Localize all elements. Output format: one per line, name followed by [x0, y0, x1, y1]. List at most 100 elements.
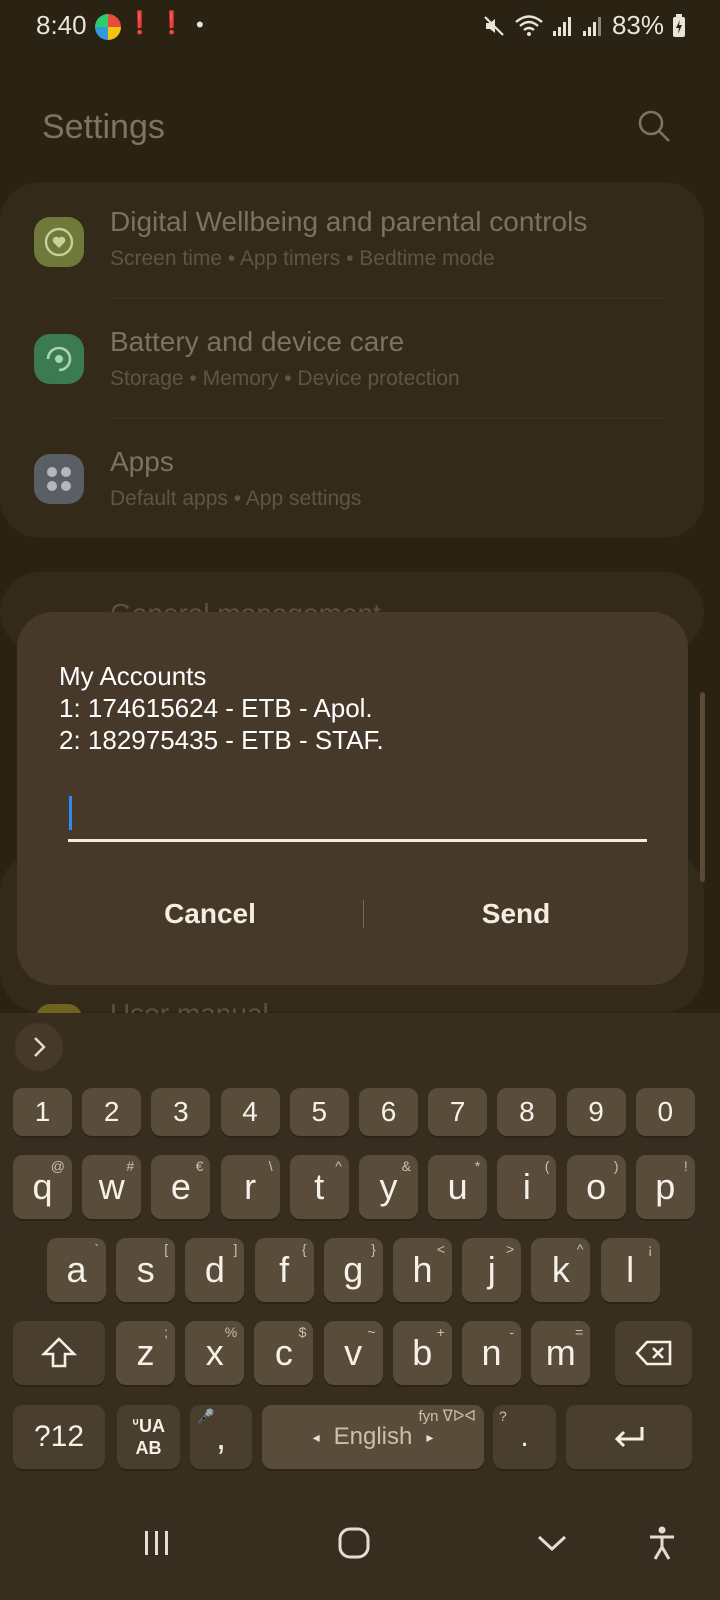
key-secondary-label: $: [298, 1324, 307, 1340]
key-d[interactable]: d]: [185, 1238, 245, 1302]
key-x[interactable]: x%: [185, 1321, 245, 1385]
key-p[interactable]: p!: [635, 1155, 695, 1219]
key-label: 6: [380, 1096, 397, 1127]
key-secondary-label: -: [509, 1324, 514, 1340]
setting-title: Battery and device care: [110, 326, 405, 357]
arrow-left-icon: ◂: [312, 1428, 320, 1445]
key-label: t: [314, 1166, 325, 1207]
key-label: a: [66, 1249, 87, 1290]
accessibility-button[interactable]: [630, 1511, 694, 1575]
key-secondary-label: >: [506, 1241, 515, 1257]
key-secondary-label: %: [224, 1324, 238, 1340]
key-4[interactable]: 4: [220, 1088, 280, 1136]
key-f[interactable]: f{: [254, 1238, 314, 1302]
key-o[interactable]: o): [566, 1155, 626, 1219]
key-m[interactable]: m =: [531, 1321, 591, 1385]
comma-key[interactable]: 🎤 ,: [190, 1405, 252, 1469]
recent-apps-button[interactable]: [125, 1511, 189, 1575]
key-h[interactable]: h <: [393, 1238, 452, 1302]
settings-item-battery[interactable]: Battery and device care Storage • Memory…: [0, 302, 704, 422]
key-z[interactable]: z;: [116, 1321, 175, 1385]
key-g[interactable]: g}: [323, 1238, 383, 1302]
key-7[interactable]: 7: [428, 1088, 488, 1136]
key-secondary-label: =: [575, 1324, 584, 1340]
key-label: 2: [103, 1096, 120, 1127]
key-0[interactable]: 0: [635, 1088, 695, 1136]
key-secondary-label: [: [164, 1241, 169, 1257]
lang-switch-top: ᐡUA: [131, 1416, 166, 1436]
key-i[interactable]: i(: [497, 1155, 557, 1219]
scrollbar[interactable]: [700, 692, 705, 882]
battery-charging-icon: [673, 13, 685, 37]
setting-title: Digital Wellbeing and parental controls: [110, 206, 588, 237]
key-t[interactable]: t ^: [289, 1155, 349, 1219]
key-8[interactable]: 8: [497, 1088, 557, 1136]
search-icon[interactable]: [636, 108, 672, 144]
ussd-dialog: My Accounts 1: 174615624 - ETB - Apol. 2…: [17, 612, 688, 985]
key-e[interactable]: e €: [151, 1155, 211, 1219]
keyboard: 1 2 3 4 5 6 7 8 9 0 q @ w # e € r \ t ^ y & u * i(o) p! a ` s[d] f{g}…: [0, 1013, 720, 1493]
dialog-message: My Accounts 1: 174615624 - ETB - Apol. 2…: [59, 660, 384, 756]
language-switch-key[interactable]: ᐡUA AB: [117, 1405, 180, 1469]
lang-switch-bottom: AB: [135, 1438, 162, 1458]
recent-apps-icon: [145, 1531, 168, 1555]
key-k[interactable]: k ^: [531, 1238, 591, 1302]
home-button[interactable]: [322, 1511, 386, 1575]
cancel-button[interactable]: Cancel: [57, 882, 363, 946]
key-label: i: [522, 1166, 531, 1207]
key-secondary-label: €: [195, 1158, 204, 1174]
key-1[interactable]: 1: [13, 1088, 72, 1136]
key-3[interactable]: 3: [151, 1088, 211, 1136]
key-secondary-label: @: [50, 1158, 65, 1174]
key-label: u: [447, 1166, 468, 1207]
home-icon: [338, 1527, 370, 1559]
enter-key[interactable]: [566, 1405, 692, 1469]
refresh-icon: [34, 334, 84, 384]
key-secondary-label: *: [474, 1158, 481, 1174]
settings-item-digital-wellbeing[interactable]: Digital Wellbeing and parental controls …: [0, 182, 704, 302]
reply-input[interactable]: [68, 792, 647, 842]
send-button[interactable]: Send: [363, 882, 669, 946]
key-label: b: [412, 1332, 433, 1373]
accessibility-icon: [650, 1526, 674, 1560]
key-c[interactable]: c $: [254, 1321, 314, 1385]
navigation-bar: [0, 1493, 720, 1600]
notification-icon: ❗: [158, 10, 186, 35]
key-s[interactable]: s[: [116, 1238, 176, 1302]
key-u[interactable]: u *: [428, 1155, 488, 1219]
space-key[interactable]: ◂ English ▸ fyn ᐁᐅᐊ: [262, 1405, 484, 1469]
hide-keyboard-button[interactable]: [520, 1511, 584, 1575]
key-q[interactable]: q @: [13, 1155, 72, 1219]
key-w[interactable]: w #: [82, 1155, 142, 1219]
key-r[interactable]: r \: [220, 1155, 280, 1219]
key-secondary-label: !: [683, 1158, 688, 1174]
key-a[interactable]: a `: [47, 1238, 106, 1302]
key-n[interactable]: n-: [462, 1321, 521, 1385]
text-caret: [69, 796, 72, 830]
keyboard-toolbar-expand-button[interactable]: [15, 1023, 63, 1071]
setting-title: Apps: [110, 446, 174, 477]
status-right-group: 83%: [482, 10, 686, 41]
key-v[interactable]: v ~: [323, 1321, 383, 1385]
key-b[interactable]: b +: [392, 1321, 452, 1385]
chevron-right-icon: [34, 1037, 46, 1057]
settings-item-apps[interactable]: Apps Default apps • App settings: [0, 422, 704, 542]
space-label: English: [333, 1423, 413, 1450]
key-label: c: [274, 1332, 293, 1373]
key-6[interactable]: 6: [359, 1088, 418, 1136]
key-9[interactable]: 9: [566, 1088, 626, 1136]
key-5[interactable]: 5: [289, 1088, 349, 1136]
symbols-key[interactable]: ?12: [13, 1405, 105, 1469]
setting-subtitle: Storage • Memory • Device protection: [110, 367, 460, 390]
key-label: 3: [173, 1096, 189, 1127]
period-key[interactable]: ? .: [493, 1405, 556, 1469]
key-label: d: [204, 1249, 225, 1290]
key-l[interactable]: l ¡: [600, 1238, 660, 1302]
key-y[interactable]: y &: [359, 1155, 418, 1219]
shift-key[interactable]: [13, 1321, 105, 1385]
backspace-key[interactable]: [615, 1321, 692, 1385]
key-2[interactable]: 2: [82, 1088, 142, 1136]
divider: [110, 418, 664, 419]
arrow-right-icon: ▸: [426, 1428, 434, 1445]
key-j[interactable]: j >: [462, 1238, 522, 1302]
